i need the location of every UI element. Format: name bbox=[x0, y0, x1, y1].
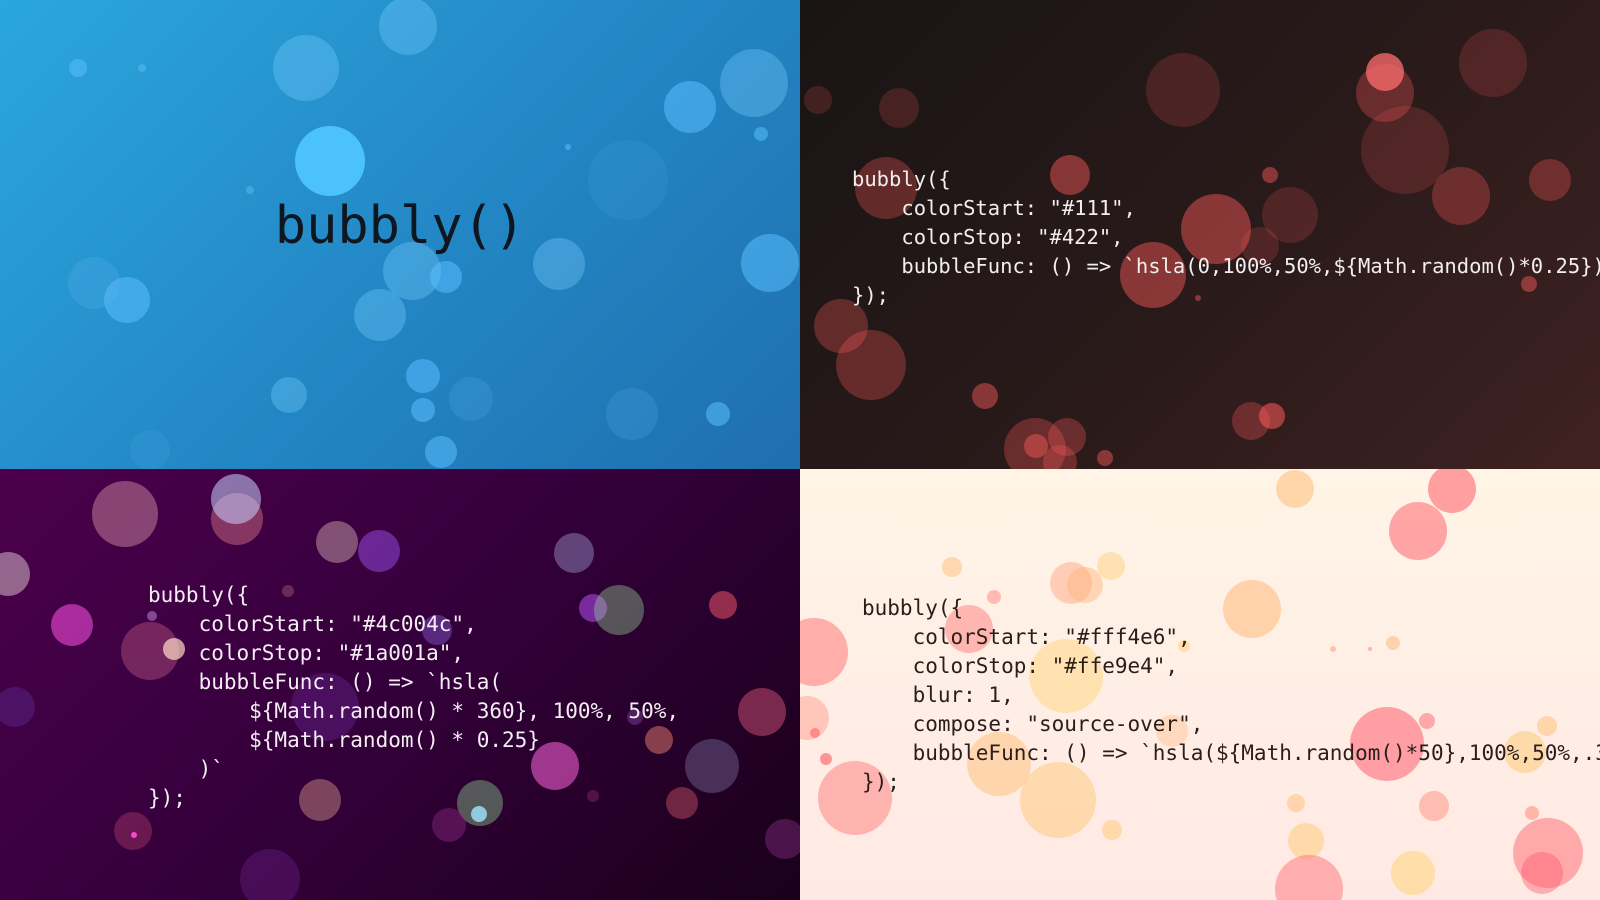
bubble bbox=[92, 481, 158, 547]
bubble bbox=[1097, 552, 1125, 580]
bubble bbox=[972, 383, 998, 409]
bubble bbox=[606, 388, 658, 440]
bubble bbox=[138, 64, 146, 72]
bubble bbox=[942, 557, 962, 577]
bubble bbox=[706, 402, 730, 426]
panel-blue-demo: bubbly() bbox=[0, 0, 800, 469]
bubble bbox=[411, 398, 435, 422]
bubble bbox=[0, 552, 30, 596]
bubble bbox=[358, 530, 400, 572]
bubble bbox=[709, 591, 737, 619]
bubble bbox=[271, 377, 307, 413]
bubble bbox=[114, 812, 152, 850]
bubble bbox=[1259, 403, 1285, 429]
bubble bbox=[720, 49, 788, 117]
bubble bbox=[738, 688, 786, 736]
bubble bbox=[379, 0, 437, 55]
bubble bbox=[1275, 855, 1343, 900]
bubble bbox=[1276, 470, 1314, 508]
bubble bbox=[211, 474, 261, 524]
bubble bbox=[664, 81, 716, 133]
bubble bbox=[685, 739, 739, 793]
bubble bbox=[316, 521, 358, 563]
bubble bbox=[565, 144, 571, 150]
bubble bbox=[754, 127, 768, 141]
bubble bbox=[68, 257, 120, 309]
bubble bbox=[1521, 852, 1563, 894]
bubble bbox=[0, 687, 35, 727]
bubble bbox=[1389, 502, 1447, 560]
bubble bbox=[430, 261, 462, 293]
bubble bbox=[131, 832, 137, 838]
bubble bbox=[1428, 469, 1476, 513]
bubble bbox=[836, 330, 906, 400]
bubble bbox=[246, 186, 254, 194]
bubble bbox=[406, 359, 440, 393]
bubble bbox=[765, 819, 800, 859]
bubble bbox=[1525, 806, 1539, 820]
bubble bbox=[1102, 820, 1122, 840]
bubble bbox=[1146, 53, 1220, 127]
bubble bbox=[295, 126, 365, 196]
bubble bbox=[554, 533, 594, 573]
bubble bbox=[1459, 29, 1527, 97]
code-snippet-red: bubbly({ colorStart: "#111", colorStop: … bbox=[852, 167, 1600, 307]
bubble bbox=[879, 88, 919, 128]
bubble bbox=[432, 808, 466, 842]
bubble bbox=[820, 753, 832, 765]
bubble bbox=[1097, 450, 1113, 466]
bubble bbox=[800, 618, 848, 686]
code-snippet-warm: bubbly({ colorStart: "#fff4e6", colorSto… bbox=[862, 596, 1600, 794]
bubble bbox=[804, 86, 832, 114]
bubble bbox=[810, 728, 820, 738]
bubble bbox=[425, 436, 457, 468]
bubble bbox=[1391, 851, 1435, 895]
demo-title: bubbly() bbox=[274, 196, 526, 256]
bubble bbox=[240, 849, 300, 900]
bubble bbox=[130, 430, 170, 469]
bubble bbox=[1288, 823, 1324, 859]
bubble bbox=[449, 377, 493, 421]
code-snippet-purple: bubbly({ colorStart: "#4c004c", colorSto… bbox=[148, 583, 680, 810]
bubble bbox=[69, 59, 87, 77]
bubble bbox=[273, 35, 339, 101]
bubble bbox=[1366, 53, 1404, 91]
bubble bbox=[354, 289, 406, 341]
bubble bbox=[51, 604, 93, 646]
